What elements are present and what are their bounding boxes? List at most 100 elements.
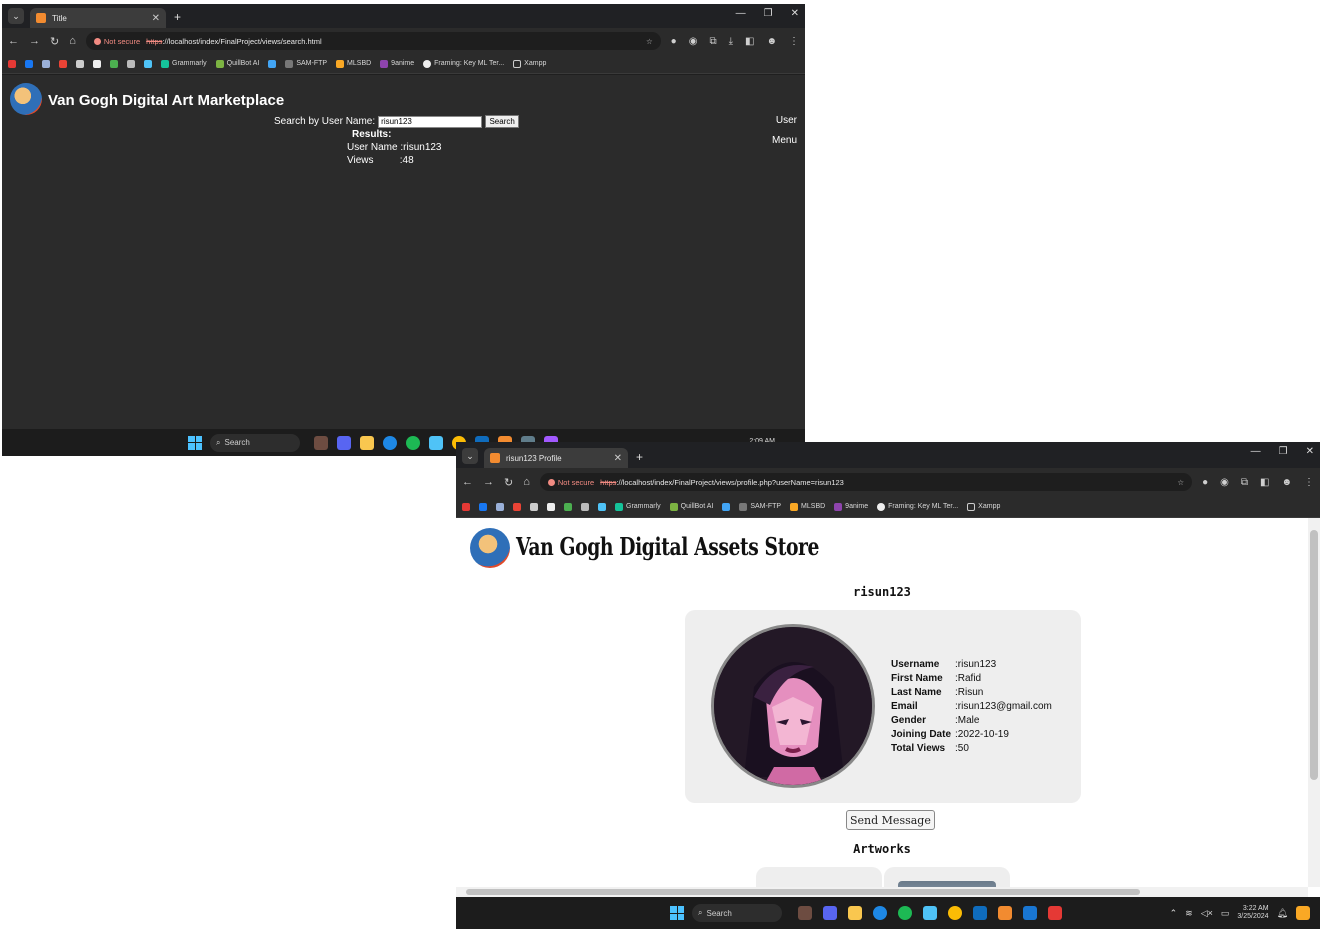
address-bar[interactable]: Not secure https://localhost/index/Final… bbox=[85, 32, 661, 50]
spotify-icon[interactable] bbox=[406, 435, 420, 450]
windows-start-icon[interactable] bbox=[670, 906, 684, 920]
youtube-icon[interactable] bbox=[462, 502, 470, 511]
tab-profile-page[interactable]: risun123 Profile ✕ bbox=[484, 448, 628, 468]
spotify-icon[interactable] bbox=[898, 906, 912, 920]
facebook-icon[interactable] bbox=[25, 59, 33, 68]
notepad-icon[interactable] bbox=[923, 906, 937, 920]
profile-avatar-icon[interactable]: ☻ bbox=[1281, 477, 1292, 488]
new-tab-icon[interactable]: + bbox=[174, 10, 181, 24]
chrome-icon[interactable] bbox=[948, 906, 962, 920]
bookmark-framing[interactable]: Framing: Key ML Ter... bbox=[423, 59, 504, 68]
youtube-icon[interactable] bbox=[8, 59, 16, 68]
tab-search-page[interactable]: Title ✕ bbox=[30, 8, 166, 28]
gmail-icon[interactable] bbox=[59, 59, 67, 68]
bookmark-star-icon[interactable]: ☆ bbox=[646, 37, 653, 46]
onedrive-icon[interactable] bbox=[144, 59, 152, 68]
volume-mute-icon[interactable]: ◁× bbox=[1201, 908, 1213, 919]
scrollbar-thumb[interactable] bbox=[466, 889, 1140, 895]
bookmark-quillbot[interactable]: QuillBot AI bbox=[669, 502, 713, 511]
edge-icon[interactable] bbox=[383, 435, 397, 450]
bookmark-sam-ftp[interactable]: SAM-FTP bbox=[739, 502, 781, 511]
restore-icon[interactable]: ❐ bbox=[1279, 446, 1288, 457]
new-tab-icon[interactable]: + bbox=[636, 450, 643, 464]
outlook-icon[interactable] bbox=[973, 906, 987, 920]
extensions-puzzle-icon[interactable]: ⧉ bbox=[709, 36, 716, 47]
extension-icon[interactable]: ● bbox=[671, 36, 677, 47]
discord-icon[interactable] bbox=[823, 906, 837, 920]
bookmark-star-icon[interactable]: ☆ bbox=[1177, 478, 1184, 487]
gmail-icon[interactable] bbox=[513, 502, 521, 511]
github-icon[interactable] bbox=[547, 502, 555, 511]
menu-kebab-icon[interactable]: ⋮ bbox=[789, 36, 799, 47]
tab-search-icon[interactable]: ⌄ bbox=[462, 448, 478, 464]
selenium-icon[interactable] bbox=[1023, 906, 1037, 920]
bookmark-icon[interactable] bbox=[581, 502, 589, 511]
send-message-button[interactable]: Send Message bbox=[846, 810, 935, 830]
bookmark-xampp[interactable]: Xampp bbox=[967, 502, 1000, 511]
minimize-icon[interactable]: — bbox=[1251, 446, 1261, 457]
reload-icon[interactable]: ↻ bbox=[504, 476, 513, 489]
not-secure-badge[interactable]: Not secure bbox=[547, 478, 594, 487]
bookmark-icon[interactable] bbox=[76, 59, 84, 68]
side-user-link[interactable]: User bbox=[776, 115, 797, 126]
not-secure-badge[interactable]: Not secure bbox=[93, 37, 140, 46]
edge-icon[interactable] bbox=[873, 906, 887, 920]
widget-icon[interactable] bbox=[798, 906, 812, 920]
taskbar-search[interactable]: ⌕ Search bbox=[210, 433, 300, 452]
chatgpt-icon[interactable] bbox=[42, 59, 50, 68]
bookmark-9anime[interactable]: 9anime bbox=[380, 59, 414, 68]
address-bar[interactable]: Not secure https://localhost/index/Final… bbox=[539, 473, 1193, 491]
back-icon[interactable]: ← bbox=[8, 35, 19, 47]
bookmark-framing[interactable]: Framing: Key ML Ter... bbox=[877, 502, 958, 511]
result-username-value[interactable]: :risun123 bbox=[400, 142, 441, 153]
taskbar-search[interactable]: ⌕ Search bbox=[692, 904, 782, 922]
close-tab-icon[interactable]: ✕ bbox=[152, 13, 160, 24]
close-window-icon[interactable]: ✕ bbox=[791, 8, 799, 19]
file-explorer-icon[interactable] bbox=[848, 906, 862, 920]
bookmark-xampp[interactable]: Xampp bbox=[513, 59, 546, 68]
restore-icon[interactable]: ❐ bbox=[764, 8, 773, 19]
widget-icon[interactable] bbox=[314, 435, 328, 450]
bookmark-mlsbd[interactable]: MLSBD bbox=[336, 59, 371, 68]
bookmark-sam-ftp[interactable]: SAM-FTP bbox=[285, 59, 327, 68]
extension-icon[interactable]: ◉ bbox=[1220, 477, 1229, 488]
menu-kebab-icon[interactable]: ⋮ bbox=[1304, 477, 1314, 488]
notepad-icon[interactable] bbox=[429, 435, 443, 450]
scrollbar-thumb[interactable] bbox=[1310, 530, 1318, 780]
facebook-icon[interactable] bbox=[479, 502, 487, 511]
bookmark-mlsbd[interactable]: MLSBD bbox=[790, 502, 825, 511]
close-window-icon[interactable]: ✕ bbox=[1306, 446, 1314, 457]
xampp-icon[interactable] bbox=[998, 906, 1012, 920]
battery-icon[interactable]: ▭ bbox=[1221, 908, 1230, 919]
copilot-icon[interactable] bbox=[1296, 906, 1310, 920]
chatgpt-icon[interactable] bbox=[496, 502, 504, 511]
sidepanel-icon[interactable]: ◧ bbox=[745, 36, 754, 47]
bookmark-icon[interactable] bbox=[722, 502, 731, 511]
vertical-scrollbar[interactable] bbox=[1308, 518, 1320, 887]
sidepanel-icon[interactable]: ◧ bbox=[1260, 477, 1269, 488]
onedrive-icon[interactable] bbox=[598, 502, 606, 511]
home-icon[interactable]: ⌂ bbox=[523, 476, 530, 488]
minimize-icon[interactable]: — bbox=[736, 8, 746, 19]
notification-bell-icon[interactable]: 🔔︎ bbox=[1277, 908, 1288, 919]
search-button[interactable]: Search bbox=[485, 115, 520, 128]
discord-icon[interactable] bbox=[337, 435, 351, 450]
forward-icon[interactable]: → bbox=[483, 476, 494, 488]
extensions-puzzle-icon[interactable]: ⧉ bbox=[1241, 477, 1248, 488]
close-tab-icon[interactable]: ✕ bbox=[614, 453, 622, 464]
profile-avatar-icon[interactable]: ☻ bbox=[766, 36, 777, 47]
extension-icon[interactable]: ◉ bbox=[689, 36, 698, 47]
bookmark-quillbot[interactable]: QuillBot AI bbox=[215, 59, 259, 68]
bookmark-9anime[interactable]: 9anime bbox=[834, 502, 868, 511]
windows-start-icon[interactable] bbox=[188, 435, 202, 450]
app-icon[interactable] bbox=[1048, 906, 1062, 920]
bookmark-grammarly[interactable]: Grammarly bbox=[161, 59, 207, 68]
wifi-icon[interactable]: ≋ bbox=[1185, 908, 1193, 919]
home-icon[interactable]: ⌂ bbox=[69, 35, 76, 47]
file-explorer-icon[interactable] bbox=[360, 435, 374, 450]
bookmark-grammarly[interactable]: Grammarly bbox=[615, 502, 661, 511]
bookmark-icon[interactable] bbox=[268, 59, 277, 68]
bookmark-icon[interactable] bbox=[564, 502, 572, 511]
back-icon[interactable]: ← bbox=[462, 476, 473, 488]
chevron-up-icon[interactable]: ⌃ bbox=[1170, 908, 1178, 919]
